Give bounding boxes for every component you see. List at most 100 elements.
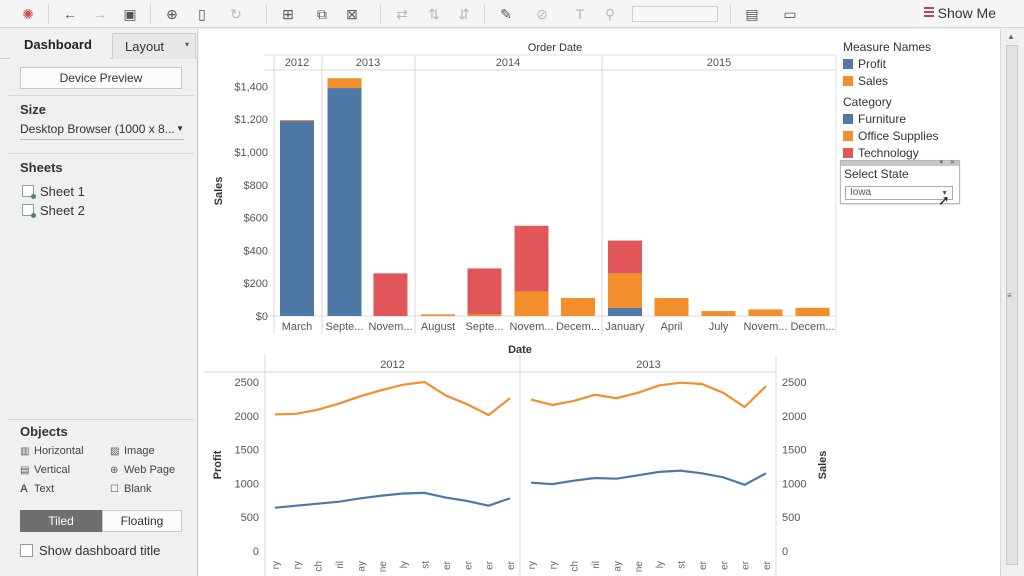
y-tick-label-right: 2500 <box>782 377 806 389</box>
close-icon[interactable]: × <box>950 157 955 167</box>
x-tick-label: ril <box>335 561 346 569</box>
x-tick-label: April <box>660 321 682 333</box>
scrollbar-thumb[interactable] <box>1006 45 1018 565</box>
y-tick-label-left: 1500 <box>235 445 259 457</box>
mouse-cursor-icon: ➚ <box>938 192 950 208</box>
x-tick-label: ry <box>548 561 559 569</box>
bar-segment <box>748 309 783 316</box>
filter-menu-icon[interactable]: ▾ <box>939 158 943 166</box>
x-tick-label: st <box>421 561 432 569</box>
x-tick-label: Septe... <box>326 321 364 333</box>
filter-grip[interactable]: ▾ × <box>841 157 959 167</box>
bar-segment <box>373 273 408 316</box>
measure-names-legend: Measure Names Profit Sales <box>843 40 931 88</box>
y-axis-label-right: Sales <box>817 451 829 480</box>
x-tick-label: er <box>485 560 496 570</box>
y-tick-label-left: 2500 <box>235 377 259 389</box>
y-tick-label: $1,400 <box>234 81 268 93</box>
bar-segment <box>654 297 689 316</box>
x-tick-label: er <box>506 560 517 570</box>
bar-segment <box>280 120 314 122</box>
y-tick-label: $1,200 <box>234 114 268 126</box>
legend-item-technology[interactable]: Technology <box>843 146 939 160</box>
year-header: 2014 <box>496 57 520 69</box>
y-tick-label-right: 2000 <box>782 411 806 423</box>
year-header: 2013 <box>356 57 380 69</box>
x-tick-label: ry <box>527 561 538 569</box>
legend-swatch <box>843 148 853 158</box>
y-tick-label-right: 500 <box>782 512 800 524</box>
y-tick-label-left: 500 <box>241 512 259 524</box>
legend-item-furniture[interactable]: Furniture <box>843 112 939 126</box>
bar-segment <box>608 240 642 274</box>
bar-segment <box>701 311 736 316</box>
y-tick-label: $200 <box>244 278 268 290</box>
bar-segment <box>467 268 502 315</box>
y-tick-label-right: 1000 <box>782 478 806 490</box>
bar-segment <box>467 314 502 316</box>
bar-segment <box>327 88 362 316</box>
scroll-up-icon[interactable]: ▲ <box>1007 32 1015 41</box>
y-tick-label: $800 <box>244 180 268 192</box>
x-tick-label: er <box>442 560 453 570</box>
x-tick-label: ne <box>634 561 645 573</box>
x-tick-label: Decem... <box>790 321 834 333</box>
bar-segment <box>421 314 455 316</box>
year-header: 2012 <box>380 359 404 371</box>
state-dropdown[interactable]: Iowa ▼ <box>845 186 953 200</box>
y-axis-label-left: Profit <box>212 450 224 479</box>
legend-item-profit[interactable]: Profit <box>843 57 931 71</box>
legend-swatch <box>843 59 853 69</box>
series-line-profit <box>530 469 767 486</box>
y-tick-label-left: 1000 <box>235 478 259 490</box>
x-tick-label: July <box>709 321 729 333</box>
bar-segment <box>608 307 642 316</box>
y-tick-label: $0 <box>256 311 268 323</box>
bar-segment <box>514 225 549 292</box>
legend-label: Office Supplies <box>858 129 939 143</box>
series-line-sales <box>274 380 511 417</box>
y-tick-label: $1,000 <box>234 147 268 159</box>
x-tick-label: er <box>762 560 773 570</box>
bar-segment <box>561 297 595 316</box>
x-tick-label: er <box>698 560 709 570</box>
x-tick-label: ay <box>612 561 623 572</box>
legend-swatch <box>843 131 853 141</box>
x-tick-label: ly <box>399 561 410 568</box>
y-tick-label-right: 0 <box>782 546 788 558</box>
year-header: 2013 <box>636 359 660 371</box>
legend-swatch <box>843 76 853 86</box>
x-tick-label: Novem... <box>743 321 787 333</box>
legend-item-office-supplies[interactable]: Office Supplies <box>843 129 939 143</box>
series-line-profit <box>274 491 511 509</box>
vertical-scrollbar[interactable]: ▲ ≡ <box>1000 29 1024 576</box>
x-tick-label: March <box>282 321 313 333</box>
bar-segment <box>795 307 830 316</box>
x-tick-label: August <box>421 321 455 333</box>
x-tick-label: January <box>605 321 645 333</box>
legend-label: Technology <box>858 146 919 160</box>
x-tick-label: st <box>677 561 688 569</box>
scroll-grip-icon: ≡ <box>1007 291 1012 300</box>
x-tick-label: ne <box>378 561 389 573</box>
x-tick-label: ch <box>570 561 581 572</box>
filter-title: Select State <box>844 167 909 181</box>
y-tick-label: $600 <box>244 213 268 225</box>
legend-item-sales[interactable]: Sales <box>843 74 931 88</box>
legend-title: Category <box>843 95 892 109</box>
x-tick-label: ril <box>591 561 602 569</box>
bar-segment <box>608 273 642 308</box>
year-header: 2015 <box>707 57 731 69</box>
x-tick-label: ry <box>292 561 303 569</box>
y-axis-label: Sales <box>213 177 225 206</box>
legend-label: Sales <box>858 74 889 88</box>
x-tick-label: Novem... <box>368 321 412 333</box>
line-chart[interactable]: Profit Sales 2012 2013 0 0 500 500 1000 1000 150… <box>204 355 829 576</box>
x-tick-label: er <box>719 560 730 570</box>
category-legend: Category Furniture Office Supplies Techn… <box>843 95 939 160</box>
series-line-sales <box>530 381 767 409</box>
bar-chart[interactable]: Order Date Date Sales 2012 March 2013 Septe… <box>213 42 837 356</box>
legend-swatch <box>843 114 853 124</box>
y-tick-label-left: 2000 <box>235 411 259 423</box>
bar-segment <box>327 78 362 89</box>
